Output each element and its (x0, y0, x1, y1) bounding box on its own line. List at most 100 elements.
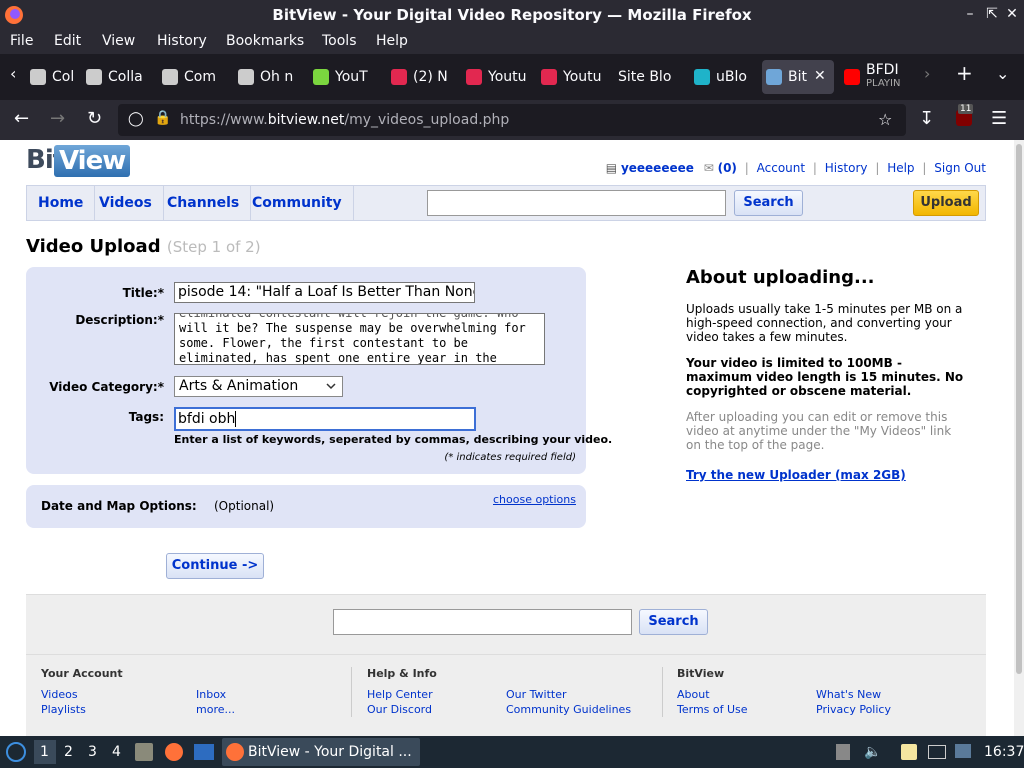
start-menu-icon[interactable] (6, 742, 26, 762)
footer-link[interactable]: Videos (41, 688, 78, 701)
display-icon[interactable] (928, 745, 946, 759)
workspace-1[interactable]: 1 (40, 744, 49, 760)
title-label: Title:* (122, 286, 164, 300)
menu-help[interactable]: Help (376, 33, 408, 49)
bitview-logo[interactable]: Bit View (26, 145, 131, 177)
window-titlebar: BitView - Your Digital Video Repository … (0, 0, 1024, 30)
nav-community[interactable]: Community (241, 186, 354, 220)
forward-icon[interactable]: → (50, 108, 65, 129)
tab-7[interactable]: Youtu (537, 60, 601, 94)
tab-3[interactable]: Oh n (234, 60, 298, 94)
tab-2[interactable]: Com (158, 60, 218, 94)
tab-9[interactable]: uBlo (690, 60, 750, 94)
footer-link[interactable]: Our Twitter (506, 688, 567, 701)
tab-scroll-right-icon[interactable]: › (924, 64, 930, 83)
footer-search-input[interactable] (333, 609, 632, 635)
step-indicator: (Step 1 of 2) (166, 238, 261, 256)
tab-11[interactable]: BFDI PLAYIN (840, 60, 908, 94)
history-link[interactable]: History (825, 161, 868, 175)
footer-col-account: Your Account (41, 667, 123, 688)
firefox-launcher-icon[interactable] (165, 743, 183, 761)
tab-6[interactable]: Youtu (462, 60, 526, 94)
footer-link[interactable]: Playlists (41, 703, 86, 716)
taskbar-window-firefox[interactable]: BitView - Your Digital ... (222, 738, 420, 766)
tab-8[interactable]: Site Blo (612, 60, 672, 94)
category-select[interactable]: Arts & Animation (174, 376, 343, 397)
footer-link[interactable]: Privacy Policy (816, 703, 891, 716)
footer-search-button[interactable]: Search (639, 609, 708, 635)
footer-link[interactable]: Help Center (367, 688, 433, 701)
sign-out-link[interactable]: Sign Out (934, 161, 986, 175)
mail-icon[interactable]: ✉ (704, 161, 714, 175)
account-link[interactable]: Account (757, 161, 805, 175)
downloads-icon[interactable]: ↧ (919, 108, 934, 129)
upload-button[interactable]: Upload (913, 190, 979, 216)
download-icon (313, 69, 329, 85)
tab-4[interactable]: YouT (309, 60, 373, 94)
footer-link[interactable]: Our Discord (367, 703, 432, 716)
url-text[interactable]: https://www.bitview.net/my_videos_upload… (180, 112, 509, 128)
taskbar: 1 2 3 4 BitView - Your Digital ... 🔈 16:… (0, 736, 1024, 768)
header-search-button[interactable]: Search (734, 190, 803, 216)
menu-file[interactable]: File (10, 33, 33, 49)
collab-icon (238, 69, 254, 85)
separator: | (875, 161, 880, 175)
tab-0[interactable]: Colla (26, 60, 74, 94)
menu-tools[interactable]: Tools (322, 33, 357, 49)
minimize-icon[interactable]: – (960, 4, 980, 24)
tab-scroll-left-icon[interactable]: ‹ (10, 64, 16, 83)
usb-icon[interactable] (836, 744, 850, 760)
new-uploader-link[interactable]: Try the new Uploader (max 2GB) (686, 468, 906, 482)
list-tabs-icon[interactable]: ⌄ (996, 64, 1009, 83)
title-input[interactable]: pisode 14: "Half a Loaf Is Better Than N… (174, 282, 475, 303)
tags-input[interactable]: bfdi obh (174, 407, 476, 431)
username-link[interactable]: yeeeeeeee (621, 161, 694, 175)
lock-icon[interactable]: 🔒 (154, 110, 171, 126)
back-icon[interactable]: ← (14, 108, 29, 129)
inbox-count[interactable]: (0) (718, 161, 737, 175)
footer-link[interactable]: Terms of Use (677, 703, 748, 716)
footer-link[interactable]: Inbox (196, 688, 226, 701)
url-prefix: https://www. (180, 112, 268, 128)
continue-button[interactable]: Continue -> (166, 553, 264, 579)
nav-videos[interactable]: Videos (88, 186, 164, 220)
nav-home[interactable]: Home (27, 186, 96, 220)
tab-close-icon[interactable]: ✕ (814, 68, 826, 84)
description-textarea[interactable]: eliminated contestant will rejoin the ga… (174, 313, 545, 365)
shield-icon[interactable]: ◯ (128, 111, 144, 127)
footer-link[interactable]: What's New (816, 688, 881, 701)
workspace-4[interactable]: 4 (112, 744, 121, 760)
maximize-icon[interactable]: ⇱ (982, 4, 1002, 24)
footer-link[interactable]: About (677, 688, 710, 701)
volume-icon[interactable]: 🔈 (864, 744, 881, 760)
workspace-2[interactable]: 2 (64, 744, 73, 760)
clipboard-icon[interactable] (901, 744, 917, 760)
nav-channels[interactable]: Channels (156, 186, 252, 220)
reload-icon[interactable]: ↻ (87, 108, 102, 129)
desktop-icon[interactable] (194, 744, 214, 760)
workspace-3[interactable]: 3 (88, 744, 97, 760)
header-search-input[interactable] (427, 190, 726, 216)
main-nav: Home Videos Channels Community Search Up… (26, 185, 986, 221)
scrollbar-thumb[interactable] (1016, 144, 1022, 674)
footer-link[interactable]: more... (196, 703, 235, 716)
bookmark-star-icon[interactable]: ☆ (878, 110, 892, 129)
menu-history[interactable]: History (157, 33, 207, 49)
tab-1[interactable]: Colla (82, 60, 142, 94)
url-bar[interactable]: ◯ 🔒 https://www.bitview.net/my_videos_up… (118, 104, 906, 136)
help-link[interactable]: Help (887, 161, 914, 175)
menu-edit[interactable]: Edit (54, 33, 81, 49)
choose-options-link[interactable]: choose options (493, 493, 576, 506)
file-manager-icon[interactable] (135, 743, 153, 761)
menu-bookmarks[interactable]: Bookmarks (226, 33, 304, 49)
heart-icon (391, 69, 407, 85)
menu-view[interactable]: View (102, 33, 135, 49)
footer-link[interactable]: Community Guidelines (506, 703, 631, 716)
network-icon[interactable] (955, 744, 971, 758)
page-scrollbar[interactable] (1014, 140, 1024, 736)
new-tab-icon[interactable]: + (956, 61, 973, 85)
close-icon[interactable]: ✕ (1002, 4, 1022, 24)
tab-10[interactable]: Bit ✕ (762, 60, 834, 94)
hamburger-menu-icon[interactable]: ☰ (991, 108, 1007, 129)
tab-5[interactable]: (2) N (387, 60, 451, 94)
